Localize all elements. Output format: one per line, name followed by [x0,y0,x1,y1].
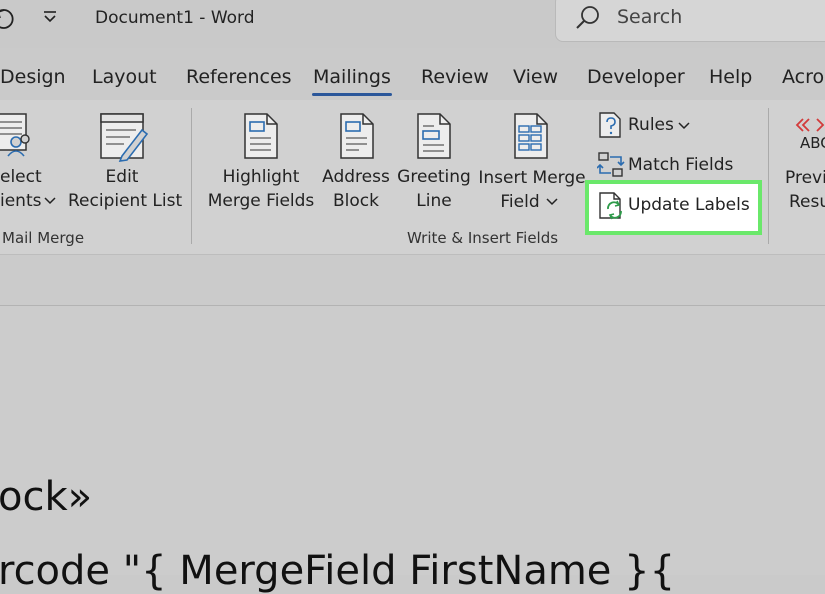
rules-icon [599,112,621,138]
document-line-2: rcode "{ MergeField FirstName }{ [0,548,676,594]
address-block-label-1[interactable]: Address [320,165,392,189]
tab-layout[interactable]: Layout [92,66,157,88]
match-fields-label[interactable]: Match Fields [628,155,733,175]
update-labels-label: Update Labels [628,195,750,215]
insert-merge-field-label-1[interactable]: Insert Merge [476,166,588,190]
document-canvas[interactable] [0,306,825,575]
tab-view[interactable]: View [513,66,558,88]
preview-results-label-1[interactable]: Previ [785,166,825,190]
group-separator-2 [768,108,769,244]
group-separator [191,108,192,244]
active-tab-indicator [312,93,392,96]
select-recipients-chevron-icon[interactable] [44,196,56,206]
greeting-line-label-2[interactable]: Line [396,189,472,213]
document-line-1: ock» [0,474,93,520]
insert-merge-field-label-2[interactable]: Field [490,190,550,214]
select-recipients-label-2[interactable]: ients [0,189,41,213]
match-fields-icon [597,152,625,177]
search-placeholder: Search [617,6,683,28]
undo-icon[interactable] [0,6,20,32]
tab-acrobat[interactable]: Acro [782,66,824,88]
write-insert-fields-group-label: Write & Insert Fields [407,229,559,247]
select-recipients-label-1[interactable]: elect [0,165,42,189]
edit-recipient-list-icon[interactable] [100,112,148,162]
tab-design[interactable]: Design [0,66,66,88]
tab-mailings[interactable]: Mailings [313,66,391,88]
highlight-merge-fields-label-2[interactable]: Merge Fields [204,189,318,213]
address-block-icon[interactable] [339,112,375,160]
greeting-line-label-1[interactable]: Greeting [396,165,472,189]
tab-help[interactable]: Help [709,66,752,88]
navigation-strip [0,255,825,306]
rules-label[interactable]: Rules [628,115,674,135]
insert-merge-field-icon[interactable] [513,112,549,160]
greeting-line-icon[interactable] [416,112,452,160]
highlight-merge-fields-label-1[interactable]: Highlight [204,165,318,189]
document-title: Document1 - Word [95,8,255,28]
customize-quick-access-chevron-icon[interactable] [42,10,58,26]
preview-results-label-2[interactable]: Resu [789,190,825,214]
update-labels-icon [599,192,622,220]
edit-recipient-list-label-2[interactable]: Recipient List [68,189,182,213]
highlight-merge-fields-icon[interactable] [243,112,279,160]
mail-merge-group-label: Mail Merge [2,229,85,247]
select-recipients-icon [0,113,30,157]
tab-review[interactable]: Review [421,66,489,88]
insert-merge-field-chevron-icon[interactable] [546,197,558,207]
tab-developer[interactable]: Developer [587,66,685,88]
rules-chevron-icon[interactable] [678,121,690,131]
address-block-label-2[interactable]: Block [320,189,392,213]
edit-recipient-list-label-1[interactable]: Edit [68,165,176,189]
preview-results-arrows-icon [795,118,825,132]
tab-references[interactable]: References [186,66,292,88]
search-icon [576,6,599,29]
preview-results-abc: ABC [800,134,825,152]
